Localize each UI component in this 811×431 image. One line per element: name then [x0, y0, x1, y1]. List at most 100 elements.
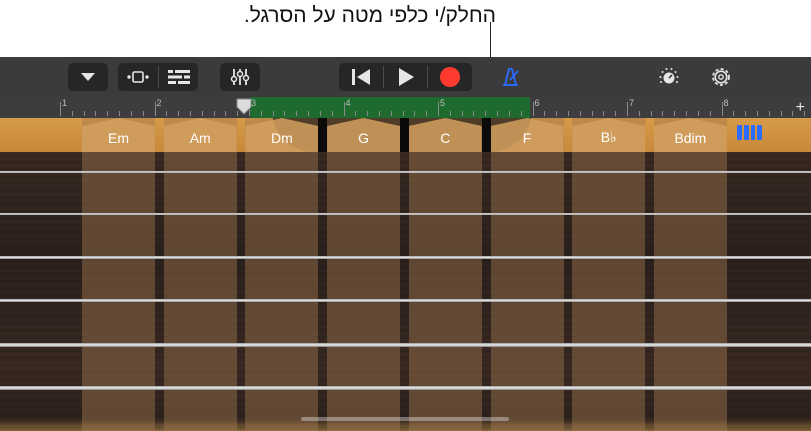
- ruler-tick: [532, 102, 534, 116]
- guitar-string: [0, 386, 811, 390]
- ruler-tick: [378, 111, 380, 116]
- play-icon: [398, 68, 414, 86]
- ruler-tick: [473, 111, 475, 116]
- ruler-tick: [461, 111, 463, 116]
- ruler-tick: [331, 111, 333, 116]
- guitar-string: [0, 343, 811, 347]
- tracks-view-button[interactable]: [118, 63, 158, 91]
- record-button[interactable]: [428, 63, 472, 91]
- ruler-tick: [213, 111, 215, 116]
- metronome-button[interactable]: [497, 63, 523, 91]
- chord-label: Dm: [245, 118, 319, 152]
- mixer-icon: [230, 69, 250, 85]
- ruler-tick: [367, 111, 369, 116]
- ruler-tick: [603, 111, 605, 116]
- master-volume-button[interactable]: [655, 63, 683, 91]
- ruler-tick: [308, 111, 310, 116]
- ruler-tick: [130, 111, 132, 116]
- chord-label: B♭: [572, 118, 646, 152]
- ruler-tick: [686, 111, 688, 116]
- view-toggle-group: [118, 63, 198, 91]
- record-icon: [440, 67, 460, 87]
- ruler-tick: [567, 111, 569, 116]
- timeline-ruler[interactable]: 12345678 +: [0, 97, 811, 118]
- ruler-tick: [627, 102, 628, 116]
- ruler-tick: [201, 111, 203, 116]
- chord-label: F: [490, 118, 564, 152]
- ruler-tick: [638, 111, 640, 116]
- chord-strip[interactable]: G: [327, 118, 401, 431]
- ruler-tick: [780, 111, 782, 116]
- ruler-bar-number: 7: [629, 98, 635, 108]
- transport-group: [339, 63, 472, 91]
- ruler-tick: [71, 111, 73, 116]
- chord-strips-mode-icon[interactable]: [737, 125, 762, 140]
- ruler-tick: [284, 111, 286, 116]
- ruler-tick: [709, 111, 711, 116]
- play-button[interactable]: [384, 63, 427, 91]
- ruler-tick: [154, 102, 156, 116]
- ruler-bar-number: 6: [534, 98, 540, 108]
- guitar-string: [0, 256, 811, 259]
- ruler-tick: [721, 102, 723, 116]
- chord-label: Am: [163, 118, 237, 152]
- ruler-tick: [272, 111, 274, 116]
- ruler-tick: [497, 111, 499, 116]
- ruler-tick: [119, 111, 121, 116]
- ruler-tick: [438, 102, 439, 116]
- track-controls-button[interactable]: [159, 63, 198, 91]
- ruler-tick: [591, 111, 593, 116]
- ruler-tick: [260, 111, 262, 116]
- ruler-bar-number: 2: [156, 98, 162, 108]
- chord-label: Bdim: [653, 118, 727, 152]
- guitar-string: [0, 213, 811, 215]
- chord-label: C: [408, 118, 482, 152]
- ruler-tick: [142, 111, 144, 116]
- ruler-tick: [426, 111, 428, 116]
- home-indicator: [301, 417, 509, 421]
- ruler-tick: [390, 111, 392, 116]
- chord-strip[interactable]: Dm: [245, 118, 319, 431]
- chord-strip[interactable]: F: [490, 118, 564, 431]
- chord-strip[interactable]: C: [408, 118, 482, 431]
- chord-strip[interactable]: Am: [163, 118, 237, 431]
- ruler-tick: [166, 111, 168, 116]
- ruler-tick: [508, 111, 510, 116]
- chord-strip[interactable]: Bdim: [653, 118, 727, 431]
- control-bar: [0, 57, 811, 97]
- ruler-tick: [95, 111, 97, 116]
- ruler-tick: [745, 111, 747, 116]
- ruler-tick: [579, 111, 581, 116]
- chord-label: G: [327, 118, 401, 152]
- settings-button[interactable]: [707, 63, 735, 91]
- ruler-tick: [650, 111, 652, 116]
- browser-dropdown-button[interactable]: [68, 63, 108, 91]
- ruler-tick: [520, 111, 522, 116]
- add-section-button[interactable]: +: [796, 97, 805, 118]
- tracks-view-icon: [127, 71, 149, 83]
- rewind-button[interactable]: [339, 63, 383, 91]
- ruler-bar-number: 5: [440, 98, 446, 108]
- ruler-tick: [178, 111, 180, 116]
- rewind-icon: [352, 69, 370, 85]
- ruler-tick: [414, 111, 416, 116]
- ruler-tick: [768, 111, 770, 116]
- chord-strip[interactable]: B♭: [572, 118, 646, 431]
- mixer-button[interactable]: [220, 63, 260, 91]
- playhead-icon[interactable]: [235, 98, 253, 116]
- track-controls-icon: [167, 69, 190, 85]
- volume-knob-icon: [659, 68, 679, 84]
- guitar-string: [0, 299, 811, 302]
- ruler-tick: [662, 111, 664, 116]
- chord-strip[interactable]: Em: [82, 118, 155, 431]
- ruler-tick: [449, 111, 451, 116]
- ruler-bar-number: 8: [723, 98, 729, 108]
- ruler-tick: [83, 111, 85, 116]
- ruler-tick: [402, 111, 404, 116]
- ruler-tick: [792, 111, 794, 116]
- ruler-tick: [296, 111, 298, 116]
- chord-fretboard[interactable]: Em Am Dm G C F B♭ Bdim: [0, 118, 811, 431]
- ruler-bar-number: 4: [345, 98, 351, 108]
- ruler-tick: [485, 111, 487, 116]
- ruler-tick: [556, 111, 558, 116]
